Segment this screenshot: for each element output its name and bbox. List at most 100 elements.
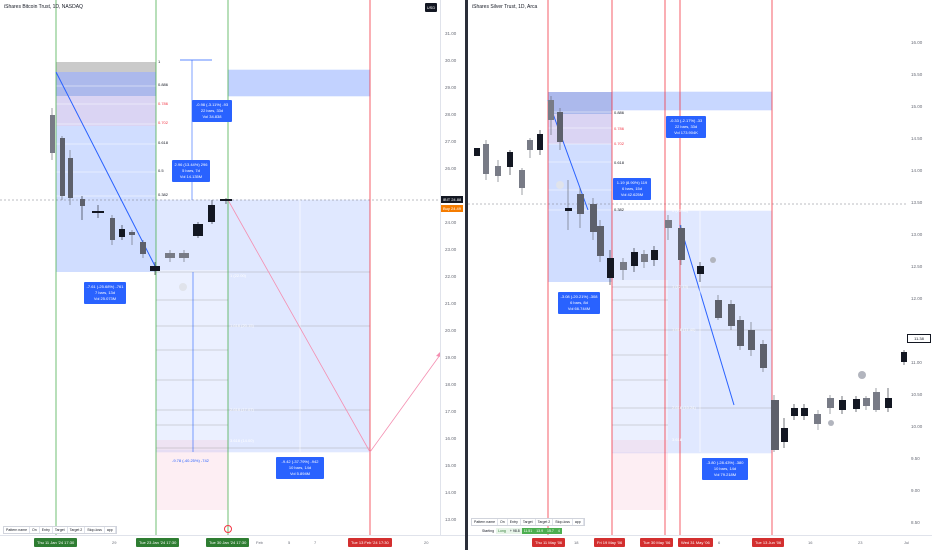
chart-workspace: iShares Bitcoin Trust, 1D, NASDAQ USD 1 … (0, 0, 932, 550)
measure-stat-box[interactable]: -7.61 (-25.68%) -761 7 bars, 13d Vol 25.07… (84, 282, 126, 304)
fib-label: 1 (158, 59, 161, 64)
price-tick: 17.00 (445, 409, 457, 414)
price-tick: 13.00 (911, 232, 923, 237)
measure-stat-box[interactable]: -3.08 (-20.21%) -308 6 bars, 8d Vol 66.744… (558, 292, 600, 314)
time-tick: 5 (288, 540, 291, 545)
right-price-axis[interactable]: 16.00 15.50 15.00 14.50 14.00 13.50 13.0… (907, 0, 932, 536)
fib-label: 0 (13.36) (672, 208, 689, 213)
price-tick: 15.00 (445, 463, 457, 468)
right-chart-pane[interactable]: iShares Silver Trust, 1D, Arca USD 0.886… (468, 0, 932, 550)
toolbar-item[interactable]: Pattern name (472, 519, 499, 525)
price-tick: 24.00 (445, 220, 457, 225)
toolbar-item[interactable]: Target 2 (536, 519, 554, 525)
date-marker-label: Tue 30 Jan '24 17:30 (206, 538, 250, 547)
toolbar-item[interactable]: Target (521, 519, 536, 525)
strategy-cell: 13.9 (534, 528, 546, 534)
pattern-toolbar[interactable]: Pattern name On Entry Target Target 2 St… (3, 526, 117, 534)
price-tick: 14.50 (911, 136, 923, 141)
price-tick: 21.00 (445, 301, 457, 306)
toolbar-item[interactable]: Target 2 (68, 527, 86, 533)
toolbar-item[interactable]: On (498, 519, 508, 525)
price-tick: 16.00 (445, 436, 457, 441)
time-tick: 7 (314, 540, 317, 545)
measure-stat-box[interactable]: -3.80 (-28.43%) -380 10 bars, 14d Vol 79.2… (702, 458, 748, 480)
fib-label: 2.618 (17.07) (230, 407, 254, 412)
left-chart-pane[interactable]: iShares Bitcoin Trust, 1D, NASDAQ USD 1 … (0, 0, 465, 550)
strategy-cell: Long (496, 528, 508, 534)
fib-label: 0.886 (158, 82, 169, 87)
price-tick: 20.00 (445, 328, 457, 333)
price-tick: 23.00 (445, 247, 457, 252)
measure-stat-box[interactable]: -9.42 (-37.79%) -942 10 bars, 14d Vol 5.89… (276, 457, 324, 479)
fib-label: 1 (22.00) (230, 273, 247, 278)
fib-label: 2.618 (10.24) (672, 405, 696, 410)
time-tick: 16 (808, 540, 813, 545)
date-marker-label: Fri 19 May '06 (594, 538, 626, 547)
toolbar-item[interactable]: Target (53, 527, 68, 533)
price-tick: 26.00 (445, 166, 457, 171)
price-tick: 13.50 (911, 200, 923, 205)
price-tick: 15.50 (911, 72, 923, 77)
strategy-cell: 11.51 (521, 528, 535, 534)
date-marker-label: Tue 23 Jan '24 17:30 (136, 538, 180, 547)
price-tick: 10.50 (911, 392, 923, 397)
right-chart-canvas[interactable] (468, 0, 932, 550)
price-tick: 9.50 (911, 456, 920, 461)
price-tick: 11.00 (911, 360, 922, 365)
price-tick: 13.00 (445, 517, 457, 522)
event-marker (858, 371, 866, 379)
time-tick: 23 (858, 540, 863, 545)
time-tick: 29 (112, 540, 117, 545)
price-tick: 18.00 (445, 382, 457, 387)
time-tick: 18 (574, 540, 579, 545)
time-tick: Feb (256, 540, 263, 545)
time-tick: 20 (424, 540, 429, 545)
toolbar-item[interactable]: Stop-loss (85, 527, 105, 533)
left-chart-title: iShares Bitcoin Trust, 1D, NASDAQ (4, 4, 83, 10)
price-tick: 28.00 (445, 112, 457, 117)
fib-label: 0.382 (614, 207, 625, 212)
price-tick: 8.50 (911, 520, 920, 525)
fib-label: 1.618 (11.40) (672, 327, 696, 332)
toolbar-item[interactable]: Entry (40, 527, 53, 533)
fib-label: 0.886 (614, 110, 625, 115)
left-currency-button[interactable]: USD (425, 3, 437, 12)
event-marker (179, 283, 187, 291)
left-price-axis[interactable]: 31.00 30.00 29.00 28.00 27.00 26.00 24.0… (440, 0, 465, 536)
strategy-bar[interactable]: Starting Long + 98.8 11.51 13.9 15.7 4 (480, 528, 562, 534)
toolbar-item[interactable]: app (573, 519, 584, 525)
fib-label: 0.702 (614, 141, 625, 146)
date-marker-label: Tue 30 May '06 (640, 538, 674, 547)
strategy-cell: Starting (480, 528, 497, 534)
measure-stat-box[interactable]: 2.96 (13.44%) 296 5 bars, 7d Vol 14.135M (172, 160, 210, 182)
left-time-axis[interactable]: Thu 11 Jan '24 17:30 29 Tue 23 Jan '24 1… (0, 535, 465, 550)
date-marker-label: Tue 13 Jun '06 (752, 538, 785, 547)
buy-price-tag: Buy 24.49 (441, 205, 463, 212)
toolbar-item[interactable]: On (30, 527, 40, 533)
pattern-toolbar[interactable]: Pattern name On Entry Target Target 2 St… (471, 518, 585, 526)
measure-stat-box[interactable]: -0.98 (-3.11%) -93 22 bars, 33d Vol 34.838 (192, 100, 232, 122)
fib-label: 0.786 (158, 101, 169, 106)
pattern-header-band (56, 62, 156, 72)
right-time-axis[interactable]: Thu 11 May '06 18 Fri 19 May '06 Tue 30 … (468, 535, 932, 550)
fib-label: 3.618 (672, 437, 683, 442)
date-marker-label: Tue 13 Feb '24 17:30 (348, 538, 392, 547)
measure-stat-box[interactable]: -0.33 (-2.17%) -33 22 bars, 33d Vol 173.90… (666, 116, 706, 138)
price-tick: 12.00 (911, 296, 923, 301)
price-tick: 30.00 (445, 58, 457, 63)
toolbar-item[interactable]: Stop-loss (553, 519, 573, 525)
measure-stat-box[interactable]: 1.19 (8.90%) 119 6 bars, 15d Vol 42.625M (613, 178, 651, 200)
price-tick: 14.00 (445, 490, 457, 495)
right-chart-title: iShares Silver Trust, 1D, Arca (472, 4, 538, 10)
price-tick: 29.00 (445, 85, 457, 90)
toolbar-item[interactable]: app (105, 527, 116, 533)
toolbar-item[interactable]: Entry (508, 519, 521, 525)
fib-label: 0.786 (614, 126, 625, 131)
strategy-cell: 15.7 (545, 528, 556, 534)
toolbar-item[interactable]: Pattern name (4, 527, 31, 533)
fib-label: 3.618 (14.00) (230, 438, 254, 443)
fib-label: 0.382 (158, 192, 169, 197)
price-tick: 12.50 (911, 264, 923, 269)
strategy-cell: 4 (555, 528, 562, 534)
fib-label: 0.702 (158, 120, 169, 125)
